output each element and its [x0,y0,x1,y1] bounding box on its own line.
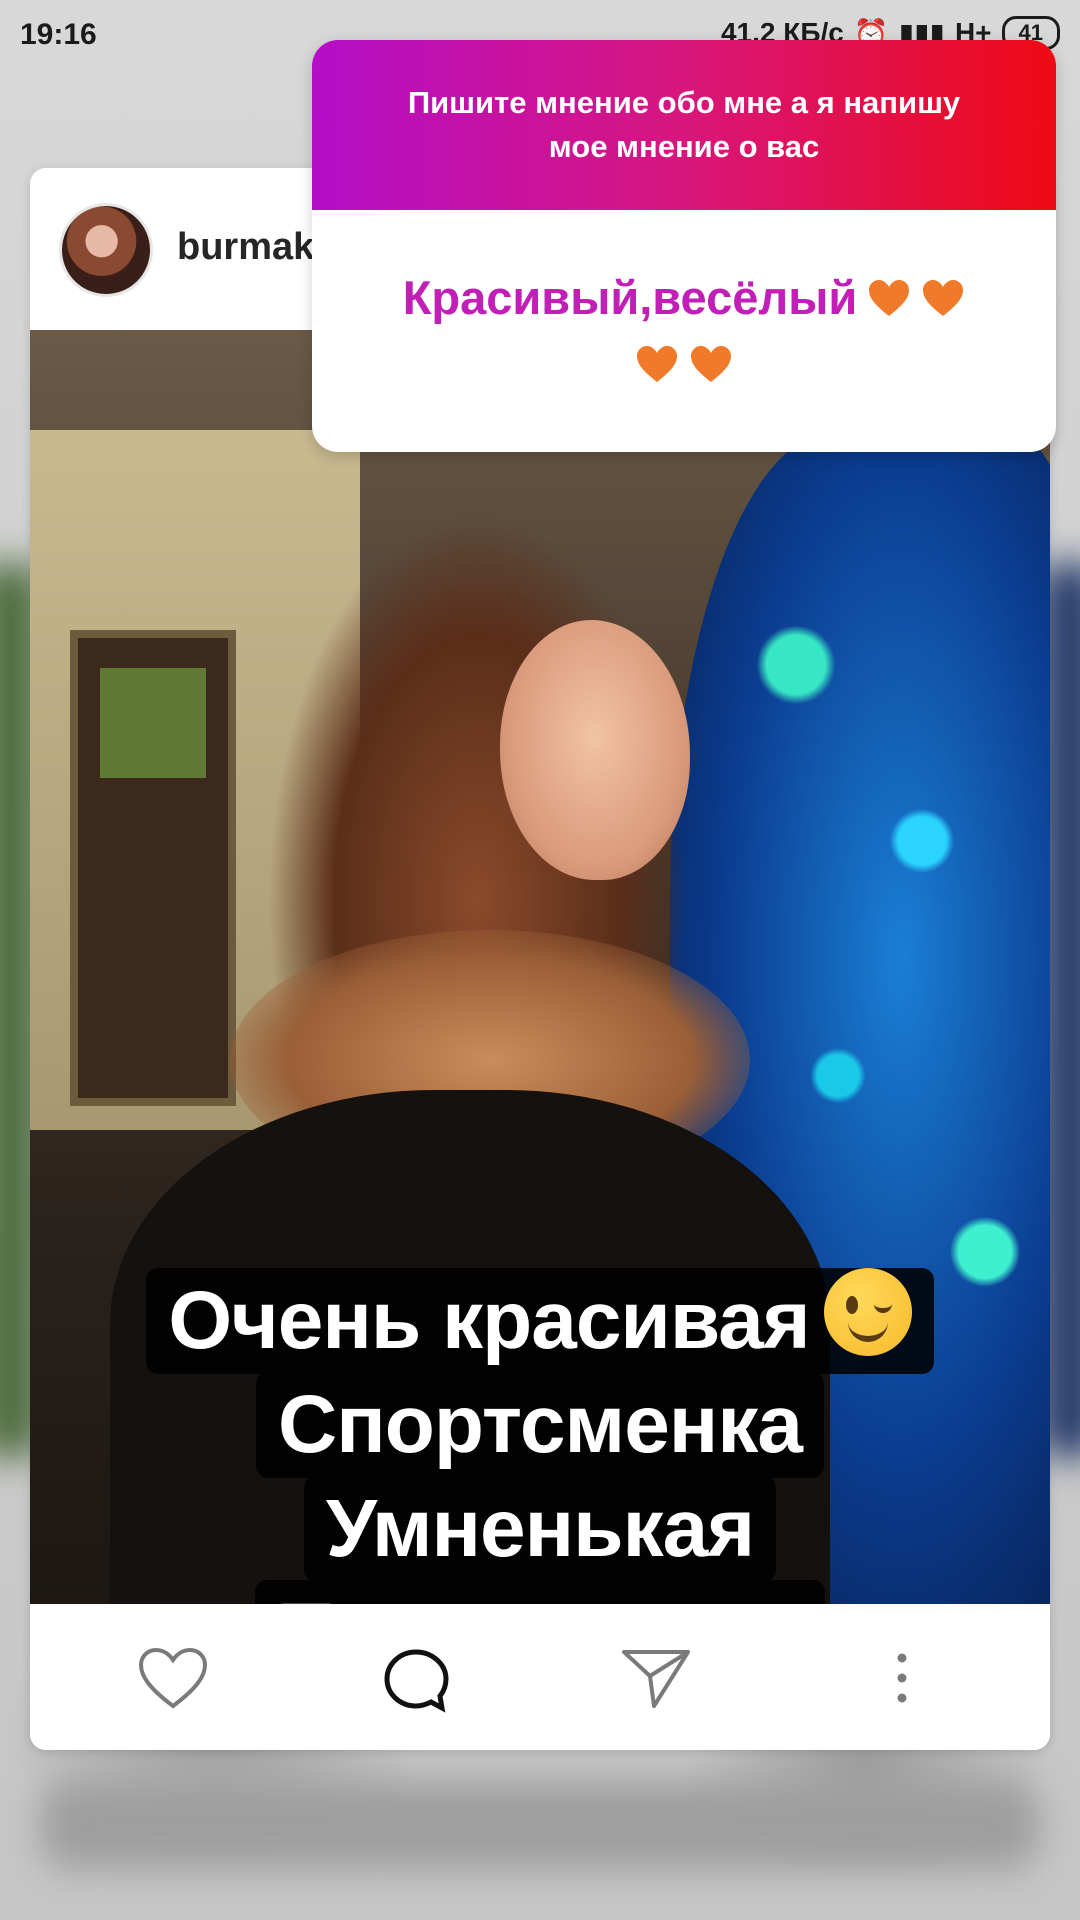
sticker-answer-text: Красивый,весёлый [364,265,1004,397]
sticker-question-area: Пишите мнение обо мне а я напишу мое мне… [312,40,1056,210]
sticker-question-text: Пишите мнение обо мне а я напишу мое мне… [407,85,961,164]
send-icon[interactable] [620,1646,692,1710]
answer-line-4: Приветливая [254,1580,826,1604]
post-action-bar [30,1604,1050,1750]
background-blur-bottom [40,1780,1040,1870]
orange-heart-icon [923,280,964,316]
answer-line-1-text: Очень красивая [168,1275,810,1366]
orange-heart-icon [691,346,731,382]
orange-heart-icon [637,346,677,382]
avatar[interactable] [62,206,150,294]
answer-text-block: Очень красивая Спортсменка Умненькая При… [30,1268,1050,1604]
comment-icon[interactable] [380,1646,452,1718]
answer-line-2: Спортсменка [256,1372,824,1478]
more-icon[interactable] [890,1646,914,1710]
sticker-answer-label: Красивый,весёлый [402,271,858,324]
post-photo: Очень красивая Спортсменка Умненькая При… [30,330,1050,1604]
answer-line-1: Очень красивая [146,1268,934,1374]
status-time: 19:16 [20,18,97,51]
post-username[interactable]: burmak [177,226,314,269]
answer-line-3: Умненькая [303,1476,777,1582]
sticker-answer-area: Красивый,весёлый [312,210,1056,452]
orange-heart-icon [869,280,910,316]
wink-emoji-icon [823,1268,912,1356]
question-sticker[interactable]: Пишите мнение обо мне а я напишу мое мне… [312,40,1056,452]
heart-icon[interactable] [137,1646,209,1710]
